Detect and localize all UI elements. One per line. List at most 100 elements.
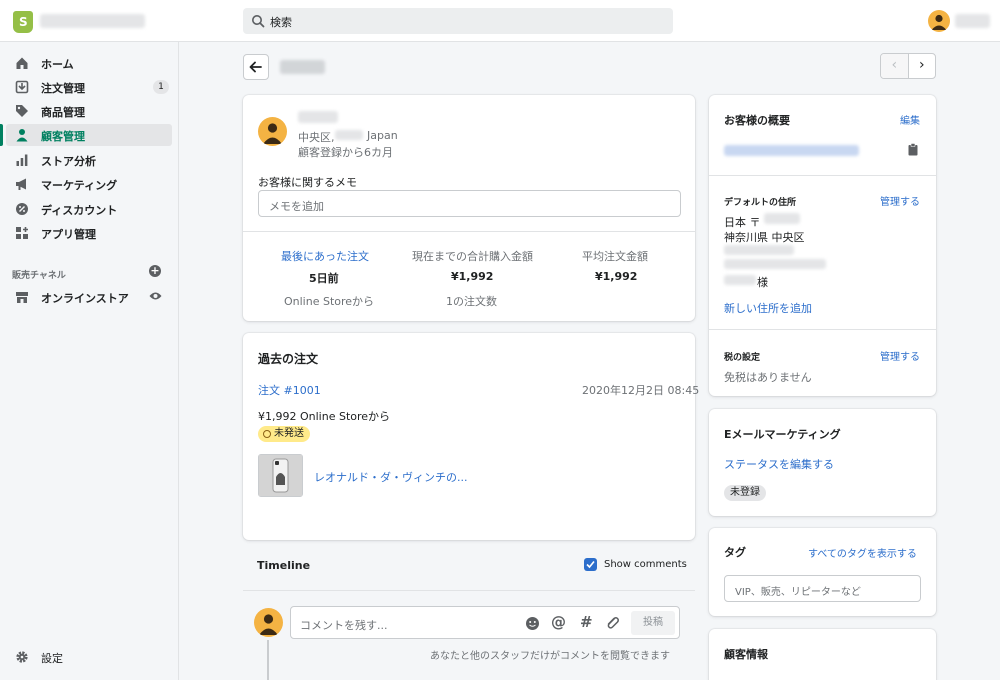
add-address-link[interactable]: 新しい住所を追加 [724, 300, 812, 316]
manage-tax-link[interactable]: 管理する [880, 348, 920, 363]
address-line-4-redacted [724, 259, 826, 269]
sidebar-item-label: 設定 [41, 652, 63, 665]
sales-channels-header: 販売チャネル [12, 271, 66, 281]
product-link[interactable]: レオナルド・ダ・ヴィンチの... [314, 469, 468, 485]
postal-code-redacted [764, 213, 800, 224]
discount-icon [16, 203, 28, 215]
customer-name-redacted [298, 111, 338, 123]
status-label: 未発送 [274, 428, 304, 439]
search-bar[interactable]: 検索 [243, 8, 673, 34]
last-order-label[interactable]: 最後にあった注文 [281, 248, 369, 264]
customer-overview-card: お客様の概要 編集 デフォルトの住所 管理する 日本 〒 神奈川県 中央区 様 … [709, 95, 936, 396]
customer-info-card: 顧客情報 [709, 629, 936, 680]
hashtag-icon[interactable]: # [580, 613, 593, 631]
recipient-name-redacted [724, 275, 756, 285]
sidebar-item-label: マーケティング [41, 179, 118, 192]
view-all-tags-link[interactable]: すべてのタグを表示する [808, 545, 917, 560]
product-thumbnail[interactable] [258, 454, 303, 497]
email-redacted[interactable] [724, 145, 859, 156]
sidebar-item-customers[interactable]: 顧客管理 [0, 124, 172, 146]
address-line-3-redacted [724, 245, 794, 255]
tag-icon [16, 105, 28, 117]
past-orders-card: 過去の注文 注文 #1001 2020年12月2日 08:45 ¥1,992 O… [243, 333, 699, 540]
overview-title: お客様の概要 [724, 114, 790, 127]
sidebar-item-products[interactable]: 商品管理 [6, 100, 172, 122]
sidebar-item-label: ストア分析 [41, 155, 96, 168]
attachment-icon[interactable] [605, 615, 620, 631]
customer-location-prefix: 中央区, [298, 131, 335, 144]
emoji-icon[interactable] [525, 616, 540, 631]
sidebar-item-home[interactable]: ホーム [6, 52, 172, 74]
top-bar: 検索 [0, 0, 1000, 42]
back-button[interactable] [243, 54, 269, 80]
show-comments-label[interactable]: Show comments [604, 559, 687, 570]
clipboard-icon[interactable] [908, 143, 918, 156]
show-comments-checkbox[interactable] [584, 558, 597, 571]
phone-case-image [259, 455, 302, 496]
shopify-logo[interactable] [13, 11, 33, 33]
sidebar-item-apps[interactable]: アプリ管理 [6, 222, 172, 244]
sidebar-item-label: 商品管理 [41, 106, 85, 119]
order-date: 2020年12月2日 08:45 [582, 384, 700, 397]
sidebar-item-online-store[interactable]: オンラインストア [6, 286, 172, 308]
page-title-redacted [280, 60, 325, 74]
staff-avatar [254, 608, 283, 637]
fulfillment-status-badge: 未発送 [258, 426, 310, 442]
next-customer-button[interactable]: › [909, 54, 936, 78]
comment-input[interactable]: コメントを残す... [300, 617, 388, 633]
mention-icon[interactable]: @ [551, 613, 566, 631]
user-name-redacted[interactable] [955, 14, 990, 28]
post-comment-button[interactable]: 投稿 [631, 611, 675, 635]
sidebar-item-label: オンラインストア [41, 292, 129, 305]
timeline-line [267, 640, 269, 680]
customer-info-title: 顧客情報 [724, 648, 768, 661]
subscription-status-badge: 未登録 [724, 485, 766, 501]
last-order-value: 5日前 [309, 272, 339, 285]
email-marketing-title: Eメールマーケティング [724, 428, 841, 441]
sidebar-item-analytics[interactable]: ストア分析 [6, 149, 172, 171]
store-name-redacted[interactable] [40, 14, 145, 28]
sidebar-item-label: ディスカウント [41, 204, 118, 217]
sidebar-item-marketing[interactable]: マーケティング [6, 173, 172, 195]
analytics-icon [16, 154, 28, 166]
memo-label: お客様に関するメモ [258, 176, 357, 189]
comment-visibility-note: あなたと他のスタッフだけがコメントを閲覧できます [430, 651, 670, 662]
user-avatar[interactable] [928, 10, 950, 32]
past-orders-title: 過去の注文 [258, 352, 319, 366]
customer-avatar [258, 117, 287, 146]
eye-icon[interactable] [149, 291, 162, 301]
edit-status-link[interactable]: ステータスを編集する [724, 456, 834, 472]
avg-order-label: 平均注文金額 [582, 250, 648, 263]
sidebar: ホーム 注文管理 1 商品管理 顧客管理 ストア分析 マーケティング ディスカウ… [0, 42, 179, 680]
store-icon [16, 292, 28, 303]
avg-order-value: ¥1,992 [595, 270, 638, 283]
search-icon [252, 15, 265, 28]
memo-input[interactable]: メモを追加 [258, 190, 681, 217]
timeline-divider [243, 590, 695, 591]
location-redacted [335, 130, 363, 140]
memo-placeholder: メモを追加 [269, 200, 324, 213]
status-dot-icon [263, 430, 271, 438]
previous-customer-button[interactable]: ‹ [881, 54, 909, 78]
apps-icon [16, 227, 28, 239]
tax-settings-label: 税の設定 [724, 353, 761, 363]
sidebar-item-label: アプリ管理 [41, 228, 96, 241]
comment-box[interactable]: コメントを残す... @ # 投稿 [290, 606, 680, 639]
order-link[interactable]: 注文 #1001 [258, 382, 321, 398]
tax-value: 免税はありません [724, 371, 812, 384]
order-count: 1の注文数 [446, 295, 497, 308]
last-order-source: Online Storeから [284, 295, 375, 308]
search-input[interactable]: 検索 [270, 14, 292, 30]
address-line-1: 日本 〒 [724, 216, 761, 229]
sidebar-item-discounts[interactable]: ディスカウント [6, 198, 172, 220]
tags-input[interactable]: VIP、販売、リピーターなど [724, 575, 921, 602]
customer-since: 顧客登録から6カ月 [298, 146, 393, 159]
add-sales-channel-icon[interactable]: + [149, 265, 161, 277]
sidebar-item-settings[interactable]: 設定 [6, 646, 172, 668]
sidebar-item-label: ホーム [41, 58, 74, 71]
sidebar-item-orders[interactable]: 注文管理 1 [6, 76, 172, 98]
manage-address-link[interactable]: 管理する [880, 193, 920, 208]
divider [709, 329, 936, 330]
edit-link[interactable]: 編集 [900, 112, 920, 127]
order-amount: ¥1,992 Online Storeから [258, 410, 391, 423]
